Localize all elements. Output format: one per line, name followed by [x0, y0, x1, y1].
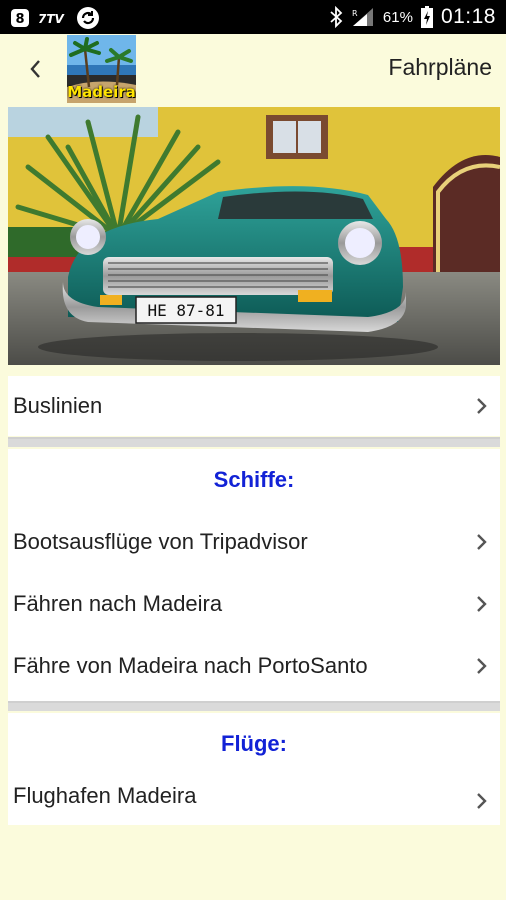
battery-charging-icon — [420, 6, 433, 28]
chevron-right-icon — [477, 534, 487, 550]
logo-text: Madeira — [67, 83, 136, 101]
section-divider — [8, 437, 500, 447]
section-heading-fluege: Flüge: — [221, 731, 287, 756]
list-item-flughafen-madeira[interactable]: Flughafen Madeira — [8, 775, 500, 825]
list-item-faehren-nach-madeira[interactable]: Fähren nach Madeira — [8, 573, 500, 635]
fluege-card: Flüge: Flughafen Madeira — [8, 713, 500, 825]
chevron-right-icon — [477, 658, 487, 674]
list-item-label: Fähren nach Madeira — [13, 591, 223, 616]
back-button[interactable] — [18, 52, 52, 86]
list-item-label: Bootsausflüge von Tripadvisor — [13, 529, 308, 554]
list-item-bootsausfluege[interactable]: Bootsausflüge von Tripadvisor — [8, 511, 500, 573]
chevron-right-icon — [477, 793, 487, 809]
list-item-label: Fähre von Madeira nach PortoSanto — [13, 653, 368, 678]
svg-text:8: 8 — [15, 12, 24, 27]
chevron-right-icon — [477, 596, 487, 612]
sync-icon — [76, 6, 100, 30]
chevron-left-icon — [30, 60, 40, 78]
list-item-faehre-portosanto[interactable]: Fähre von Madeira nach PortoSanto — [8, 635, 500, 697]
hero-image: HE 87-81 — [8, 107, 500, 365]
app-bar: Madeira Fahrpläne — [0, 34, 506, 104]
list-item-buslinien[interactable]: Buslinien — [8, 376, 500, 436]
chevron-right-icon — [477, 398, 487, 414]
tv-app-icon: 7TV — [38, 8, 68, 28]
clock: 01:18 — [440, 5, 496, 28]
svg-text:R: R — [352, 9, 358, 18]
network-label: 7TV — [38, 12, 66, 26]
license-plate: HE 87-81 — [147, 301, 224, 320]
schiffe-card: Schiffe: Bootsausflüge von Tripadvisor F… — [8, 449, 500, 701]
battery-percent: 61% — [382, 8, 413, 26]
page-title: Fahrpläne — [388, 54, 492, 80]
list-item-label: Buslinien — [13, 393, 103, 418]
bluetooth-icon — [329, 6, 343, 28]
app-logo: Madeira — [67, 35, 136, 103]
section-heading-schiffe: Schiffe: — [213, 467, 295, 492]
status-bar: 8 7TV R 61% 01:18 — [0, 0, 506, 34]
bus-card: Buslinien — [8, 376, 500, 436]
section-divider — [8, 701, 500, 711]
notification-icon: 8 — [10, 8, 30, 28]
list-item-label: Flughafen Madeira — [13, 783, 197, 808]
signal-icon: R — [351, 6, 375, 28]
